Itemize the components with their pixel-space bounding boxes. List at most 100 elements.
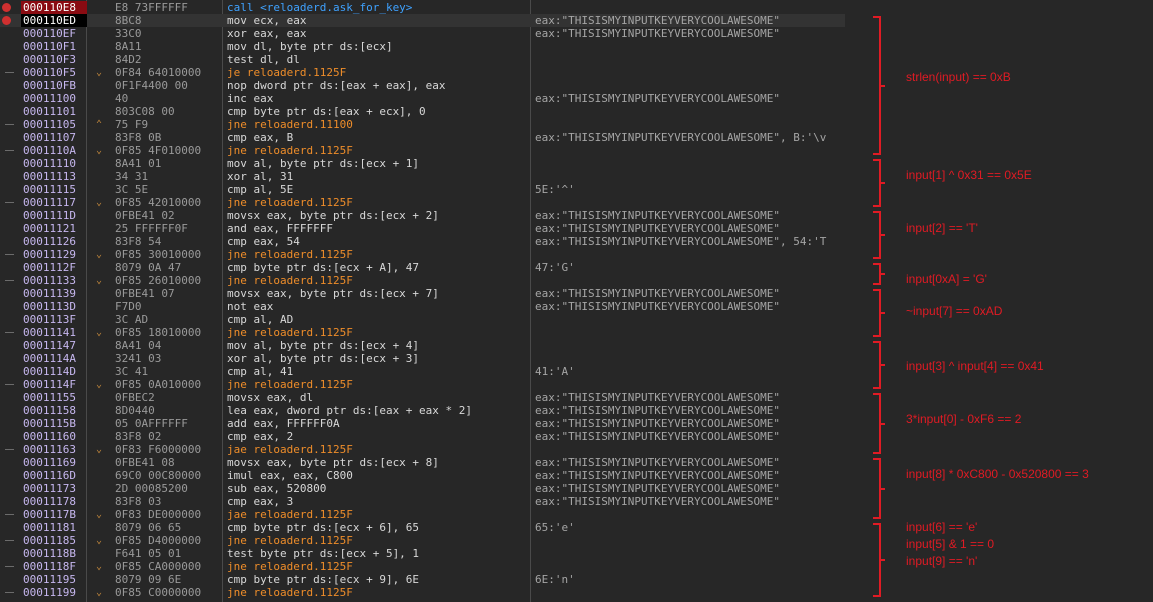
disasm-row[interactable]: 0001113D F7D0 not eax eax:"THISISMYINPUTKEY… (0, 300, 845, 313)
disasm-row[interactable]: 000110FB 0F1F4400 00 nop dword ptr ds:[eax… (0, 79, 845, 92)
breakpoint-gutter[interactable] (0, 40, 20, 53)
breakpoint-gutter[interactable] (0, 560, 20, 573)
breakpoint-gutter[interactable] (0, 534, 20, 547)
disasm-row[interactable]: 00011107 83F8 0B cmp eax, B eax:"THISISMYIN… (0, 131, 845, 144)
breakpoint-gutter[interactable] (0, 508, 20, 521)
disasm-row[interactable]: 00011199 ⌄ 0F85 C0000000 jne reloaderd.1125… (0, 586, 845, 599)
breakpoint-icon[interactable] (2, 16, 11, 25)
instruction-cell: not eax (227, 300, 274, 313)
breakpoint-gutter[interactable] (0, 157, 20, 170)
address-cell: 00011169 (23, 456, 76, 469)
disasm-row[interactable]: 00011178 83F8 03 cmp eax, 3 eax:"THISISMYIN… (0, 495, 845, 508)
breakpoint-gutter[interactable] (0, 261, 20, 274)
disasm-row[interactable]: 0001118B F641 05 01 test byte ptr ds:[ecx … (0, 547, 845, 560)
disasm-row[interactable]: 0001114F ⌄ 0F85 0A010000 jne reloaderd.1125… (0, 378, 845, 391)
breakpoint-gutter[interactable] (0, 79, 20, 92)
disasm-row[interactable]: 00011160 83F8 02 cmp eax, 2 eax:"THISISMYIN… (0, 430, 845, 443)
breakpoint-gutter[interactable] (0, 92, 20, 105)
disasm-row[interactable]: 0001118F ⌄ 0F85 CA000000 jne reloaderd.1125… (0, 560, 845, 573)
breakpoint-gutter[interactable] (0, 118, 20, 131)
disasm-row[interactable]: 000110F3 84D2 test dl, dl (0, 53, 845, 66)
disasm-row[interactable]: 00011169 0FBE41 08 movsx eax, byte ptr ds:… (0, 456, 845, 469)
disasm-row[interactable]: 0001115B 05 0AFFFFFF add eax, FFFFFF0A eax:… (0, 417, 845, 430)
disasm-row[interactable]: 000110E8 E8 73FFFFFF call <reloaderd.ask_f… (0, 1, 845, 14)
disasm-row[interactable]: 00011117 ⌄ 0F85 42010000 jne reloaderd.1125… (0, 196, 845, 209)
disasm-row[interactable]: 0001117B ⌄ 0F83 DE000000 jae reloaderd.1125… (0, 508, 845, 521)
disasm-row[interactable]: 00011139 0FBE41 07 movsx eax, byte ptr ds:… (0, 287, 845, 300)
comment-cell: eax:"THISISMYINPUTKEYVERYCOOLAWESOME" (535, 417, 781, 430)
breakpoint-gutter[interactable] (0, 521, 20, 534)
breakpoint-gutter[interactable] (0, 235, 20, 248)
disasm-row[interactable]: 00011101 803C08 00 cmp byte ptr ds:[eax + … (0, 105, 845, 118)
breakpoint-gutter[interactable] (0, 209, 20, 222)
breakpoint-gutter[interactable] (0, 547, 20, 560)
disasm-row[interactable]: 0001112F 8079 0A 47 cmp byte ptr ds:[ecx +… (0, 261, 845, 274)
breakpoint-gutter[interactable] (0, 1, 20, 14)
breakpoint-gutter[interactable] (0, 430, 20, 443)
breakpoint-gutter[interactable] (0, 326, 20, 339)
breakpoint-gutter[interactable] (0, 586, 20, 599)
disasm-row[interactable]: 00011115 3C 5E cmp al, 5E 5E:'^' (0, 183, 845, 196)
breakpoint-gutter[interactable] (0, 248, 20, 261)
instruction-cell: jne reloaderd.11100 (227, 118, 353, 131)
disasm-row[interactable]: 0001116D 69C0 00C80000 imul eax, eax, C800… (0, 469, 845, 482)
breakpoint-gutter[interactable] (0, 417, 20, 430)
disasm-row[interactable]: 00011147 8A41 04 mov al, byte ptr ds:[ecx … (0, 339, 845, 352)
breakpoint-gutter[interactable] (0, 352, 20, 365)
disasm-row[interactable]: 000110F5 ⌄ 0F84 64010000 je reloaderd.1125F (0, 66, 845, 79)
breakpoint-gutter[interactable] (0, 391, 20, 404)
breakpoint-gutter[interactable] (0, 469, 20, 482)
disasm-row[interactable]: 00011100 40 inc eax eax:"THISISMYINPUTKEYVE… (0, 92, 845, 105)
disasm-row[interactable]: 0001110A ⌄ 0F85 4F010000 jne reloaderd.1125… (0, 144, 845, 157)
breakpoint-gutter[interactable] (0, 300, 20, 313)
disasm-row[interactable]: 00011113 34 31 xor al, 31 (0, 170, 845, 183)
breakpoint-gutter[interactable] (0, 131, 20, 144)
breakpoint-gutter[interactable] (0, 27, 20, 40)
breakpoint-gutter[interactable] (0, 183, 20, 196)
breakpoint-gutter[interactable] (0, 53, 20, 66)
breakpoint-gutter[interactable] (0, 404, 20, 417)
disasm-row[interactable]: 0001114D 3C 41 cmp al, 41 41:'A' (0, 365, 845, 378)
breakpoint-gutter[interactable] (0, 274, 20, 287)
breakpoint-gutter[interactable] (0, 456, 20, 469)
disasm-row[interactable]: 00011126 83F8 54 cmp eax, 54 eax:"THISISMYI… (0, 235, 845, 248)
disasm-row[interactable]: 00011158 8D0440 lea eax, dword ptr ds:[eax… (0, 404, 845, 417)
disasm-row[interactable]: 00011121 25 FFFFFF0F and eax, FFFFFFF eax:"… (0, 222, 845, 235)
disasm-row[interactable]: 00011110 8A41 01 mov al, byte ptr ds:[ecx … (0, 157, 845, 170)
breakpoint-gutter[interactable] (0, 443, 20, 456)
breakpoint-gutter[interactable] (0, 287, 20, 300)
disasm-row[interactable]: 00011173 2D 00085200 sub eax, 520800 eax:"T… (0, 482, 845, 495)
breakpoint-icon[interactable] (2, 3, 11, 12)
disasm-row[interactable]: 0001114A 3241 03 xor al, byte ptr ds:[ecx … (0, 352, 845, 365)
breakpoint-gutter[interactable] (0, 105, 20, 118)
breakpoint-gutter[interactable] (0, 482, 20, 495)
breakpoint-gutter[interactable] (0, 66, 20, 79)
disasm-row[interactable]: 00011133 ⌄ 0F85 26010000 jne reloaderd.1125… (0, 274, 845, 287)
disasm-row[interactable]: 00011129 ⌄ 0F85 30010000 jne reloaderd.1125… (0, 248, 845, 261)
disasm-row[interactable]: 0001113F 3C AD cmp al, AD (0, 313, 845, 326)
disasm-row[interactable]: 00011163 ⌄ 0F83 F6000000 jae reloaderd.1125… (0, 443, 845, 456)
disasm-row[interactable]: 00011141 ⌄ 0F85 18010000 jne reloaderd.1125… (0, 326, 845, 339)
disassembly-view[interactable]: 000110E8 E8 73FFFFFF call <reloaderd.ask_f… (0, 0, 845, 602)
breakpoint-gutter[interactable] (0, 365, 20, 378)
disasm-row[interactable]: 000110EF 33C0 xor eax, eax eax:"THISISMYINP… (0, 27, 845, 40)
disasm-row[interactable]: 00011195 8079 09 6E cmp byte ptr ds:[ecx +… (0, 573, 845, 586)
breakpoint-gutter[interactable] (0, 495, 20, 508)
breakpoint-gutter[interactable] (0, 378, 20, 391)
breakpoint-gutter[interactable] (0, 339, 20, 352)
disasm-row[interactable]: 00011105 ⌃ 75 F9 jne reloaderd.11100 (0, 118, 845, 131)
disasm-row[interactable]: 0001111D 0FBE41 02 movsx eax, byte ptr ds:… (0, 209, 845, 222)
disasm-row[interactable]: 000110ED 8BC8 mov ecx, eax eax:"THISISMYINP… (0, 14, 845, 27)
comment-cell: eax:"THISISMYINPUTKEYVERYCOOLAWESOME", B… (535, 131, 827, 144)
disasm-row[interactable]: 00011181 8079 06 65 cmp byte ptr ds:[ecx +… (0, 521, 845, 534)
disasm-row[interactable]: 000110F1 8A11 mov dl, byte ptr ds:[ecx] (0, 40, 845, 53)
breakpoint-gutter[interactable] (0, 196, 20, 209)
breakpoint-gutter[interactable] (0, 222, 20, 235)
disasm-row[interactable]: 00011185 ⌄ 0F85 D4000000 jne reloaderd.1125… (0, 534, 845, 547)
breakpoint-gutter[interactable] (0, 313, 20, 326)
breakpoint-gutter[interactable] (0, 170, 20, 183)
breakpoint-gutter[interactable] (0, 144, 20, 157)
breakpoint-gutter[interactable] (0, 573, 20, 586)
disasm-row[interactable]: 00011155 0FBEC2 movsx eax, dl eax:"THISISMY… (0, 391, 845, 404)
breakpoint-gutter[interactable] (0, 14, 20, 27)
